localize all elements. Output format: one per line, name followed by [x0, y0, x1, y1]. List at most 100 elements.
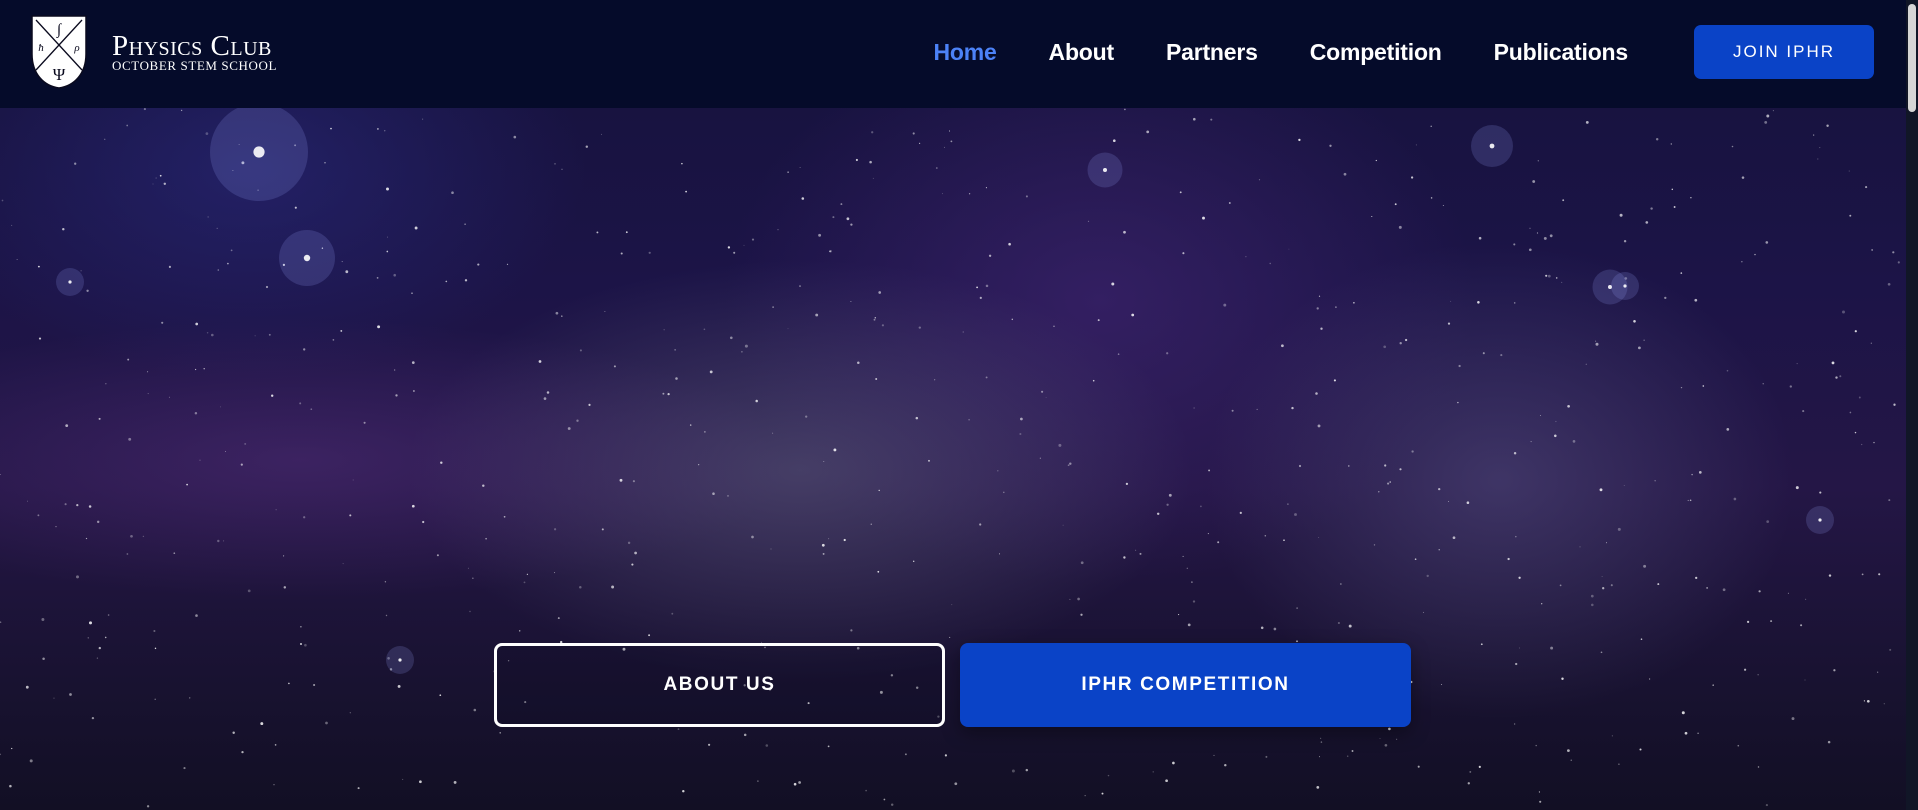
star: [217, 539, 220, 543]
star: [1182, 555, 1184, 557]
star: [1550, 646, 1554, 650]
iphr-competition-button[interactable]: IPHR COMPETITION: [960, 643, 1411, 727]
star: [473, 708, 477, 712]
star: [1410, 176, 1414, 179]
star: [1671, 188, 1674, 191]
star: [1640, 638, 1643, 640]
star: [1053, 325, 1055, 327]
star: [1045, 397, 1047, 398]
star: [1648, 678, 1651, 680]
star: [472, 577, 474, 579]
star: [1858, 396, 1861, 399]
star: [1590, 594, 1594, 598]
star: [330, 127, 332, 130]
star: [1265, 755, 1268, 758]
star: [1757, 674, 1759, 676]
star: [1737, 744, 1740, 747]
star: [143, 108, 146, 111]
nav-item-home[interactable]: Home: [933, 39, 996, 66]
star: [1802, 410, 1805, 413]
star: [464, 223, 466, 225]
star: [1804, 679, 1806, 681]
page: ∫ ħ ρ Ψ Physics Club OCTOBER STEM SCHOOL…: [0, 0, 1918, 810]
star: [1025, 768, 1029, 772]
scrollbar-thumb[interactable]: [1908, 4, 1916, 112]
star: [1080, 561, 1084, 565]
star: [681, 162, 683, 165]
star: [918, 326, 921, 329]
star: [948, 130, 951, 132]
star: [913, 560, 915, 562]
star: [1316, 307, 1319, 310]
about-us-button[interactable]: ABOUT US: [494, 643, 945, 727]
star: [951, 604, 953, 606]
star: [394, 369, 396, 371]
star: [89, 621, 92, 625]
star: [832, 216, 835, 219]
star: [1805, 598, 1807, 600]
star: [0, 753, 1, 756]
nav-item-partners[interactable]: Partners: [1166, 39, 1258, 66]
nav-item-about[interactable]: About: [1049, 39, 1115, 66]
star: [1537, 160, 1539, 162]
star: [979, 523, 982, 526]
star: [1567, 749, 1570, 752]
logo-link[interactable]: ∫ ħ ρ Ψ Physics Club OCTOBER STEM SCHOOL: [30, 14, 277, 90]
star: [772, 306, 774, 308]
star: [153, 629, 156, 633]
star: [648, 251, 651, 254]
star: [1746, 620, 1750, 624]
star: [411, 504, 415, 508]
star: [1633, 320, 1636, 323]
star: [576, 419, 579, 422]
star: [206, 332, 209, 334]
star: [1269, 262, 1271, 265]
star: [751, 535, 754, 539]
star: [1819, 491, 1822, 494]
star: [1617, 527, 1621, 531]
star: [1348, 465, 1350, 467]
star: [1441, 684, 1443, 685]
star: [325, 721, 328, 725]
star: [1469, 770, 1472, 773]
star: [1831, 361, 1835, 365]
star: [829, 250, 831, 253]
star: [873, 318, 876, 321]
star: [1741, 261, 1743, 263]
star: [1069, 598, 1071, 600]
nav-item-publications[interactable]: Publications: [1494, 39, 1629, 66]
page-scrollbar[interactable]: [1906, 0, 1918, 810]
star: [345, 270, 349, 274]
star: [387, 236, 389, 238]
star: [482, 484, 485, 487]
star: [1513, 302, 1516, 304]
star: [601, 133, 602, 135]
star: [1619, 213, 1623, 217]
star: [874, 317, 876, 319]
star: [1287, 503, 1289, 505]
star: [1643, 564, 1647, 568]
star: [11, 224, 13, 226]
star: [303, 516, 306, 519]
star: [1595, 342, 1599, 346]
star: [1353, 302, 1355, 304]
star: [1817, 158, 1819, 160]
star: [1315, 392, 1318, 395]
star: [1438, 549, 1440, 551]
star: [1515, 662, 1518, 666]
star: [1383, 345, 1387, 349]
star: [1335, 306, 1337, 308]
star: [799, 285, 801, 288]
star: [1726, 428, 1730, 431]
bright-star: [1818, 518, 1822, 522]
star: [821, 543, 825, 547]
star: [299, 402, 302, 405]
star: [950, 140, 953, 143]
star: [1351, 750, 1354, 752]
star: [1813, 134, 1815, 136]
star: [395, 394, 398, 397]
nav-item-competition[interactable]: Competition: [1310, 39, 1442, 66]
join-iphr-button[interactable]: JOIN IPHR: [1694, 25, 1874, 79]
star: [1555, 277, 1558, 279]
star: [1467, 782, 1470, 785]
